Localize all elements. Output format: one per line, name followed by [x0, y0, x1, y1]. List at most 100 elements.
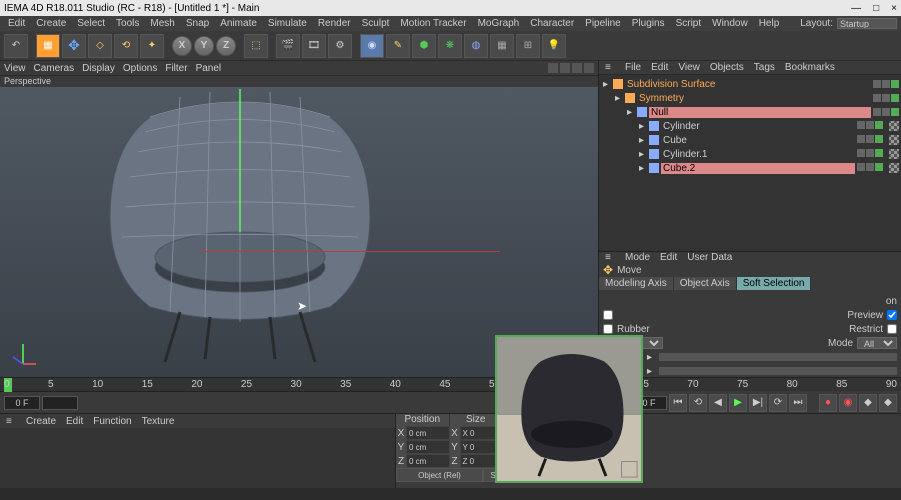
- tree-row[interactable]: ▸Subdivision Surface: [601, 77, 899, 91]
- next-key-button[interactable]: ⟳: [769, 394, 787, 412]
- render-view-button[interactable]: 🎬: [276, 34, 300, 58]
- key-scale-button[interactable]: ◆: [879, 394, 897, 412]
- vp-options[interactable]: Options: [123, 63, 157, 74]
- timeline-ruler[interactable]: 051015202530354045505560657075808590: [0, 377, 901, 391]
- menu-help[interactable]: Help: [755, 18, 784, 29]
- menu-window[interactable]: Window: [708, 18, 752, 29]
- vp-cameras[interactable]: Cameras: [34, 63, 75, 74]
- add-environment-button[interactable]: ◍: [464, 34, 488, 58]
- vp-nav-icon[interactable]: [584, 63, 594, 73]
- coord-mode-button[interactable]: Object (Rel): [396, 468, 483, 482]
- attr-slider[interactable]: [659, 367, 897, 375]
- autokey-button[interactable]: ◉: [839, 394, 857, 412]
- add-spline-button[interactable]: ✎: [386, 34, 410, 58]
- tree-row[interactable]: ▸Cube.2: [601, 161, 899, 175]
- menu-snap[interactable]: Snap: [182, 18, 213, 29]
- vp-display[interactable]: Display: [82, 63, 115, 74]
- record-button[interactable]: ●: [819, 394, 837, 412]
- attr-mode-select[interactable]: All: [857, 337, 897, 349]
- layout-field[interactable]: [837, 18, 897, 29]
- prev-key-button[interactable]: ⟲: [689, 394, 707, 412]
- viewport-3d[interactable]: ➤: [0, 87, 598, 377]
- attr-restrict-check[interactable]: [887, 324, 897, 334]
- attr-rubber-check[interactable]: [603, 324, 613, 334]
- close-button[interactable]: ×: [891, 3, 897, 14]
- scale-tool[interactable]: ◇: [88, 34, 112, 58]
- om-tags[interactable]: Tags: [754, 62, 775, 73]
- add-deformer-button[interactable]: ❋: [438, 34, 462, 58]
- maximize-button[interactable]: □: [873, 3, 879, 14]
- frame-current[interactable]: [42, 396, 78, 410]
- tab-modeling-axis[interactable]: Modeling Axis: [599, 277, 674, 290]
- menu-mograph[interactable]: MoGraph: [474, 18, 524, 29]
- menu-pipeline[interactable]: Pipeline: [581, 18, 625, 29]
- live-select-button[interactable]: ▦: [36, 34, 60, 58]
- menu-sculpt[interactable]: Sculpt: [358, 18, 394, 29]
- go-end-button[interactable]: ⏭: [789, 394, 807, 412]
- tree-row[interactable]: ▸Cylinder: [601, 119, 899, 133]
- attr-preview-check[interactable]: [887, 310, 897, 320]
- x-axis-toggle[interactable]: X: [172, 36, 192, 56]
- coord-system-button[interactable]: ⬚: [244, 34, 268, 58]
- om-bookmarks[interactable]: Bookmarks: [785, 62, 835, 73]
- tab-soft-selection[interactable]: Soft Selection: [737, 277, 812, 290]
- frame-start[interactable]: [4, 396, 40, 410]
- add-camera-button[interactable]: ▦: [490, 34, 514, 58]
- add-cube-button[interactable]: ◉: [360, 34, 384, 58]
- vp-filter[interactable]: Filter: [165, 63, 187, 74]
- om-edit[interactable]: Edit: [651, 62, 668, 73]
- move-tool[interactable]: ✥: [62, 34, 86, 58]
- vp-nav-icon[interactable]: [560, 63, 570, 73]
- om-file[interactable]: File: [625, 62, 641, 73]
- vp-panel[interactable]: Panel: [196, 63, 222, 74]
- om-view[interactable]: View: [678, 62, 700, 73]
- minimize-button[interactable]: —: [851, 3, 861, 14]
- mat-edit[interactable]: Edit: [66, 416, 83, 427]
- menu-mesh[interactable]: Mesh: [146, 18, 178, 29]
- key-pos-button[interactable]: ◆: [859, 394, 877, 412]
- next-frame-button[interactable]: ▶|: [749, 394, 767, 412]
- mat-function[interactable]: Function: [93, 416, 131, 427]
- vp-nav-icon[interactable]: [548, 63, 558, 73]
- tree-row[interactable]: ▸Cylinder.1: [601, 147, 899, 161]
- tree-row[interactable]: ▸Null: [601, 105, 899, 119]
- bulb-icon[interactable]: 💡: [542, 34, 566, 58]
- menu-character[interactable]: Character: [526, 18, 578, 29]
- reference-image[interactable]: [495, 335, 643, 483]
- menu-animate[interactable]: Animate: [216, 18, 261, 29]
- menu-render[interactable]: Render: [314, 18, 355, 29]
- prev-frame-button[interactable]: ◀: [709, 394, 727, 412]
- add-generator-button[interactable]: ⬢: [412, 34, 436, 58]
- menu-edit[interactable]: Edit: [4, 18, 29, 29]
- menu-tools[interactable]: Tools: [112, 18, 143, 29]
- om-objects[interactable]: Objects: [710, 62, 744, 73]
- add-light-button[interactable]: ⊞: [516, 34, 540, 58]
- attr-enable-check[interactable]: [603, 310, 613, 320]
- play-button[interactable]: ▶: [729, 394, 747, 412]
- attr-slider[interactable]: [659, 353, 897, 361]
- attr-mode[interactable]: Mode: [625, 252, 650, 263]
- menu-simulate[interactable]: Simulate: [264, 18, 311, 29]
- menu-select[interactable]: Select: [73, 18, 109, 29]
- go-start-button[interactable]: ⏮: [669, 394, 687, 412]
- tree-row[interactable]: ▸Symmetry: [601, 91, 899, 105]
- material-list[interactable]: [0, 428, 395, 490]
- object-tree[interactable]: ▸Subdivision Surface▸Symmetry▸Null▸Cylin…: [599, 75, 901, 251]
- last-tool[interactable]: ✦: [140, 34, 164, 58]
- menu-plugins[interactable]: Plugins: [628, 18, 669, 29]
- y-axis-toggle[interactable]: Y: [194, 36, 214, 56]
- vp-view[interactable]: View: [4, 63, 26, 74]
- tab-object-axis[interactable]: Object Axis: [674, 277, 737, 290]
- z-axis-toggle[interactable]: Z: [216, 36, 236, 56]
- attr-userdata[interactable]: User Data: [687, 252, 732, 263]
- rotate-tool[interactable]: ⟲: [114, 34, 138, 58]
- undo-button[interactable]: ↶: [4, 34, 28, 58]
- menu-motion-tracker[interactable]: Motion Tracker: [396, 18, 470, 29]
- mat-create[interactable]: Create: [26, 416, 56, 427]
- menu-create[interactable]: Create: [32, 18, 70, 29]
- vp-nav-icon[interactable]: [572, 63, 582, 73]
- render-picture-button[interactable]: 🎞: [302, 34, 326, 58]
- mat-texture[interactable]: Texture: [142, 416, 175, 427]
- tree-row[interactable]: ▸Cube: [601, 133, 899, 147]
- attr-edit[interactable]: Edit: [660, 252, 677, 263]
